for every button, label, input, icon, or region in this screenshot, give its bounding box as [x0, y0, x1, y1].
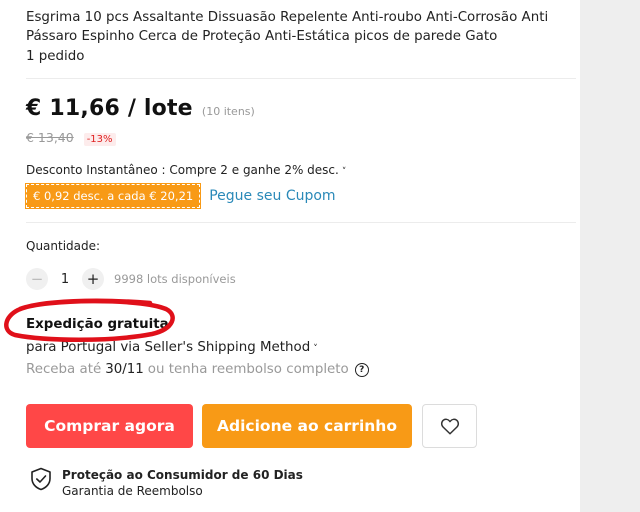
shipping-method[interactable]: para Portugal via Seller's Shipping Meth…	[26, 340, 318, 355]
divider	[26, 222, 576, 223]
protection-subtitle: Garantia de Reembolso	[62, 484, 203, 498]
quantity-input[interactable]: 1	[48, 272, 82, 287]
divider	[26, 78, 576, 79]
get-coupon-link[interactable]: Pegue seu Cupom	[209, 188, 335, 204]
lot-note: (10 itens)	[201, 105, 255, 118]
increase-quantity-button[interactable]: +	[82, 268, 104, 290]
product-title: Esgrima 10 pcs Assaltante Dissuasão Repe…	[26, 10, 549, 44]
chevron-down-icon: ˅	[341, 167, 347, 177]
current-price: € 11,66 / lote	[26, 96, 193, 121]
shield-check-icon	[31, 467, 51, 491]
order-count: 1 pedido	[26, 49, 85, 64]
shipping-title: Expedição gratuita	[26, 317, 169, 332]
add-to-cart-button[interactable]: Adicione ao carrinho	[202, 404, 412, 448]
page-gutter	[580, 0, 640, 512]
quantity-label: Quantidade:	[26, 239, 101, 253]
chevron-down-icon: ˅	[313, 344, 318, 354]
available-stock: 9998 lots disponíveis	[114, 272, 236, 286]
buyer-protection: Proteção ao Consumidor de 60 Dias Garant…	[30, 467, 303, 499]
eta-date: 30/11	[105, 362, 144, 377]
buy-now-button[interactable]: Comprar agora	[26, 404, 193, 448]
wishlist-button[interactable]	[422, 404, 477, 448]
help-icon[interactable]: ?	[354, 362, 369, 377]
eta-suffix: ou tenha reembolso completo	[147, 362, 349, 377]
shipping-method-label: para Portugal via Seller's Shipping Meth…	[26, 340, 311, 355]
old-price-row: € 13,40 -13%	[26, 130, 116, 146]
protection-title: Proteção ao Consumidor de 60 Dias	[62, 468, 303, 482]
decrease-quantity-button[interactable]: −	[26, 268, 48, 290]
heart-icon	[440, 418, 459, 435]
price-row: € 11,66 / lote (10 itens)	[26, 96, 255, 121]
instant-discount[interactable]: Desconto Instantâneo : Compre 2 e ganhe …	[26, 163, 346, 177]
eta-prefix: Receba até	[26, 362, 102, 377]
discount-badge: -13%	[83, 133, 116, 146]
delivery-estimate: Receba até 30/11 ou tenha reembolso comp…	[26, 362, 369, 377]
coupon-badge[interactable]: € 0,92 desc. a cada € 20,21	[24, 183, 202, 209]
original-price: € 13,40	[26, 130, 74, 145]
coupon-row: € 0,92 desc. a cada € 20,21 Pegue seu Cu…	[24, 183, 336, 209]
quantity-stepper: − 1 + 9998 lots disponíveis	[26, 268, 236, 290]
instant-discount-label: Desconto Instantâneo : Compre 2 e ganhe …	[26, 163, 339, 177]
